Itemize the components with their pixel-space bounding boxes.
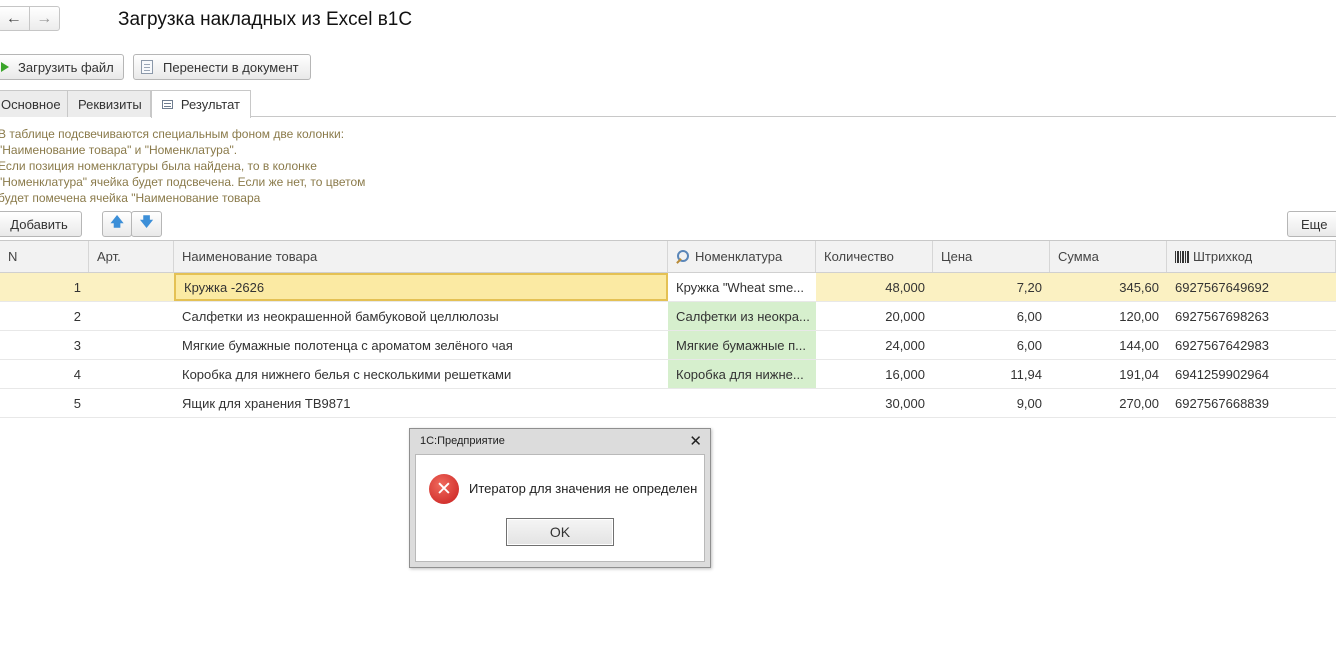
arrow-up-icon: 🡅 xyxy=(110,214,124,229)
barcode-icon xyxy=(1175,250,1189,263)
cell-nomenclature[interactable]: Мягкие бумажные п... xyxy=(668,331,816,359)
cell-nomenclature[interactable]: Салфетки из неокра... xyxy=(668,302,816,330)
info-line: В таблице подсвечиваются специальным фон… xyxy=(0,127,345,141)
cell-sum[interactable]: 345,60 xyxy=(1050,273,1167,301)
header-name[interactable]: Наименование товара xyxy=(174,241,668,272)
cell-sum[interactable]: 270,00 xyxy=(1050,389,1167,417)
error-icon: ✕ xyxy=(429,474,459,504)
error-dialog: 1С:Предприятие ✕ ✕ Итератор для значения… xyxy=(409,428,711,568)
more-button[interactable]: Еще xyxy=(1287,211,1336,237)
header-barcode[interactable]: Штрихкод xyxy=(1167,241,1336,272)
page-title: Загрузка накладных из Excel в1С xyxy=(118,9,413,30)
cell-name[interactable]: Кружка -2626 xyxy=(174,273,668,301)
cell-art[interactable] xyxy=(89,331,174,359)
transfer-label: Перенести в документ xyxy=(163,59,299,75)
cell-barcode[interactable]: 6941259902964 xyxy=(1167,360,1336,388)
cell-name[interactable]: Ящик для хранения TB9871 xyxy=(174,389,668,417)
cell-n[interactable]: 3 xyxy=(0,331,89,359)
move-up-button[interactable]: 🡅 xyxy=(102,211,132,237)
move-down-button[interactable]: 🡇 xyxy=(131,211,162,237)
header-sum[interactable]: Сумма xyxy=(1050,241,1167,272)
header-art[interactable]: Арт. xyxy=(89,241,174,272)
cell-qty[interactable]: 30,000 xyxy=(816,389,933,417)
cell-nomenclature[interactable]: Коробка для нижне... xyxy=(668,360,816,388)
history-nav: ← → xyxy=(0,6,60,31)
result-table: N Арт. Наименование товара Номенклатура … xyxy=(0,240,1336,418)
close-icon[interactable]: ✕ xyxy=(689,432,702,450)
tab-result-label: Результат xyxy=(180,97,240,112)
cell-name[interactable]: Мягкие бумажные полотенца с ароматом зел… xyxy=(174,331,668,359)
table-icon xyxy=(162,100,173,109)
forward-arrow-icon[interactable]: → xyxy=(28,7,60,30)
cell-sum[interactable]: 120,00 xyxy=(1050,302,1167,330)
table-row[interactable]: 5 Ящик для хранения TB9871 30,000 9,00 2… xyxy=(0,389,1336,418)
table-header: N Арт. Наименование товара Номенклатура … xyxy=(0,241,1336,273)
cell-n[interactable]: 2 xyxy=(0,302,89,330)
header-price[interactable]: Цена xyxy=(933,241,1050,272)
header-n[interactable]: N xyxy=(0,241,89,272)
cell-barcode[interactable]: 6927567668839 xyxy=(1167,389,1336,417)
cell-n[interactable]: 1 xyxy=(0,273,89,301)
table-row[interactable]: 2 Салфетки из неокрашенной бамбуковой це… xyxy=(0,302,1336,331)
load-file-button[interactable]: Загрузить файл xyxy=(0,54,124,80)
cell-barcode[interactable]: 6927567698263 xyxy=(1167,302,1336,330)
info-text: В таблице подсвечиваются специальным фон… xyxy=(0,126,428,206)
dialog-titlebar[interactable]: 1С:Предприятие ✕ xyxy=(410,429,710,453)
cell-barcode[interactable]: 6927567642983 xyxy=(1167,331,1336,359)
back-arrow-icon[interactable]: ← xyxy=(0,7,29,30)
cell-name[interactable]: Коробка для нижнего белья с несколькими … xyxy=(174,360,668,388)
cell-art[interactable] xyxy=(89,360,174,388)
table-row[interactable]: 3 Мягкие бумажные полотенца с ароматом з… xyxy=(0,331,1336,360)
cell-sum[interactable]: 191,04 xyxy=(1050,360,1167,388)
dialog-title: 1С:Предприятие xyxy=(420,435,505,447)
dialog-body: ✕ Итератор для значения не определен OK xyxy=(415,454,705,562)
table-row[interactable]: 4 Коробка для нижнего белья с нескольким… xyxy=(0,360,1336,389)
header-barcode-label: Штрихкод xyxy=(1193,249,1253,264)
ok-button[interactable]: OK xyxy=(506,518,614,546)
tab-main[interactable]: Основное xyxy=(0,90,68,117)
cell-price[interactable]: 6,00 xyxy=(933,331,1050,359)
cell-art[interactable] xyxy=(89,273,174,301)
info-line: "Наименование товара" и "Номенклатура". xyxy=(0,143,238,157)
search-icon xyxy=(676,250,689,263)
cell-art[interactable] xyxy=(89,389,174,417)
cell-art[interactable] xyxy=(89,302,174,330)
cell-nomenclature[interactable]: Кружка "Wheat sme... xyxy=(668,273,816,301)
cell-n[interactable]: 5 xyxy=(0,389,89,417)
play-icon xyxy=(1,62,9,72)
info-line: Если позиция номенклатуры была найдена, … xyxy=(0,159,317,173)
cell-barcode[interactable]: 6927567649692 xyxy=(1167,273,1336,301)
arrow-down-icon: 🡇 xyxy=(139,214,154,229)
cell-nomenclature[interactable] xyxy=(668,389,816,417)
cell-qty[interactable]: 16,000 xyxy=(816,360,933,388)
cell-name[interactable]: Салфетки из неокрашенной бамбуковой целл… xyxy=(174,302,668,330)
load-file-label: Загрузить файл xyxy=(18,59,114,75)
cell-price[interactable]: 11,94 xyxy=(933,360,1050,388)
header-nomenclature[interactable]: Номенклатура xyxy=(668,241,816,272)
document-icon xyxy=(141,60,153,74)
tab-result[interactable]: Результат xyxy=(151,90,251,118)
cell-sum[interactable]: 144,00 xyxy=(1050,331,1167,359)
cell-qty[interactable]: 24,000 xyxy=(816,331,933,359)
dialog-message: Итератор для значения не определен xyxy=(469,481,698,496)
info-line: будет помечена ячейка "Наименование това… xyxy=(0,191,261,205)
table-row[interactable]: 1 Кружка -2626 Кружка "Wheat sme... 48,0… xyxy=(0,273,1336,302)
cell-price[interactable]: 6,00 xyxy=(933,302,1050,330)
cell-qty[interactable]: 20,000 xyxy=(816,302,933,330)
cell-qty[interactable]: 48,000 xyxy=(816,273,933,301)
cell-price[interactable]: 9,00 xyxy=(933,389,1050,417)
cell-price[interactable]: 7,20 xyxy=(933,273,1050,301)
transfer-to-document-button[interactable]: Перенести в документ xyxy=(133,54,311,80)
tab-requisites[interactable]: Реквизиты xyxy=(67,90,151,117)
add-button[interactable]: Добавить xyxy=(0,211,82,237)
header-nomenclature-label: Номенклатура xyxy=(695,249,783,264)
cell-n[interactable]: 4 xyxy=(0,360,89,388)
info-line: "Номенклатура" ячейка будет подсвечена. … xyxy=(0,175,366,189)
header-qty[interactable]: Количество xyxy=(816,241,933,272)
